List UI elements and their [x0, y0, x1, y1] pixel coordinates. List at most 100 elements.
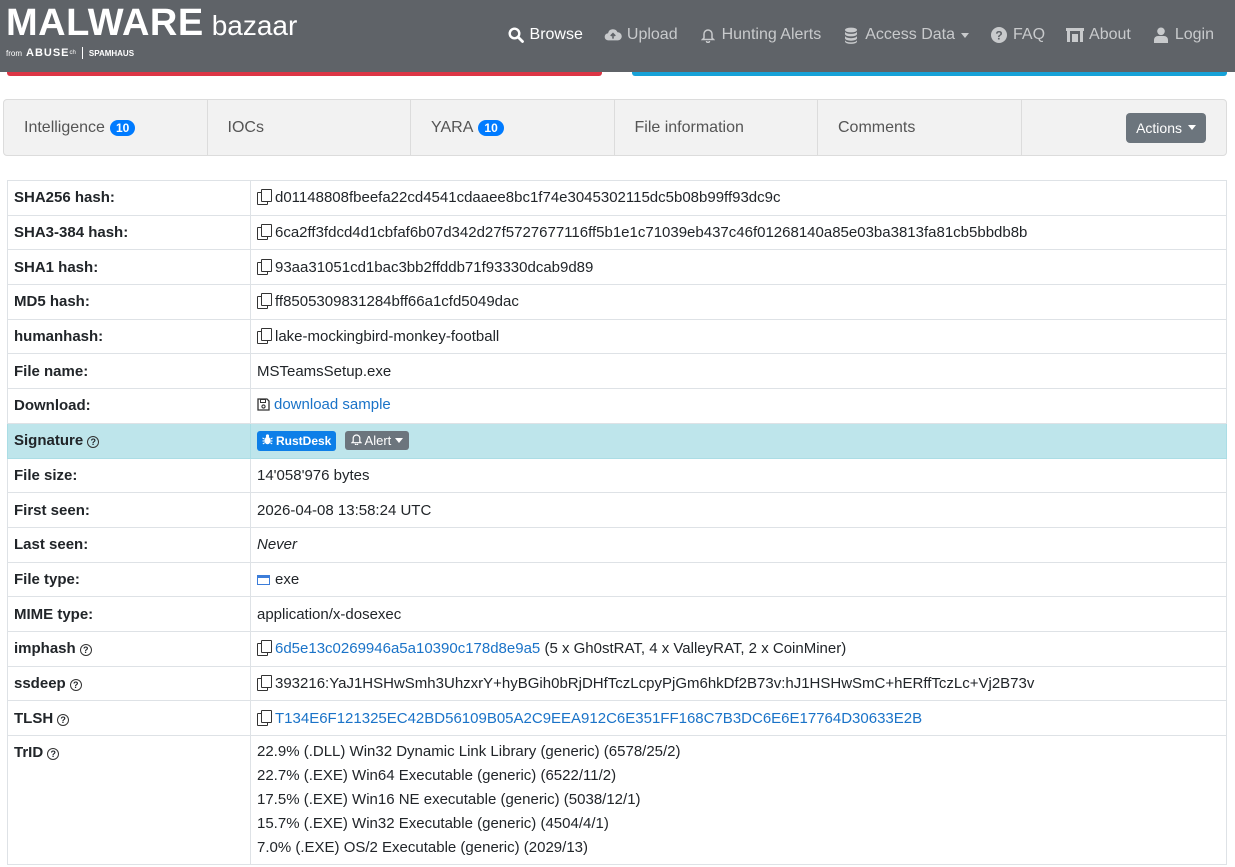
- copy-icon[interactable]: [257, 674, 272, 691]
- mime-value: application/x-dosexec: [250, 596, 1227, 632]
- tab-actions-area: Actions: [1022, 100, 1227, 155]
- floppy-disk-icon: [257, 398, 270, 415]
- actions-label: Actions: [1136, 119, 1182, 136]
- alert-strip-right: [632, 72, 1227, 76]
- help-icon[interactable]: ?: [87, 436, 100, 449]
- bell-icon: [350, 433, 362, 448]
- trid-label: TrID: [14, 744, 44, 761]
- nav-upload[interactable]: Upload: [604, 26, 678, 44]
- help-icon[interactable]: ?: [57, 713, 70, 726]
- abuse-ch-logo: ABUSE: [26, 47, 70, 59]
- tab-intelligence[interactable]: Intelligence 10: [4, 100, 208, 155]
- trid-value-cell: 22.9% (.DLL) Win32 Dynamic Link Library …: [250, 735, 1227, 865]
- help-icon[interactable]: ?: [69, 678, 82, 691]
- logo-divider: [81, 47, 83, 59]
- signature-label-cell: Signature?: [7, 422, 251, 459]
- copy-icon[interactable]: [257, 640, 272, 657]
- sha256-label: SHA256 hash:: [7, 180, 251, 216]
- trid-label-cell: TrID?: [7, 735, 251, 865]
- nav-about[interactable]: About: [1066, 26, 1131, 44]
- imphash-label: imphash: [14, 640, 76, 658]
- help-icon[interactable]: ?: [47, 748, 60, 760]
- copy-icon[interactable]: [257, 709, 272, 726]
- tab-file-information[interactable]: File information: [615, 100, 818, 155]
- imphash-label-cell: imphash?: [7, 630, 251, 667]
- ssdeep-value-cell: 393216:YaJ1HSHwSmh3UhzxrY+hyBGih0bRjDHfT…: [250, 665, 1227, 702]
- copy-icon[interactable]: [257, 293, 272, 310]
- copy-icon[interactable]: [257, 258, 272, 275]
- imphash-value-cell: 6d5e13c0269946a5a10390c178d8e9a5 (5 x Gh…: [250, 630, 1227, 667]
- tab-file-information-label: File information: [634, 118, 744, 136]
- lastseen-label: Last seen:: [7, 526, 251, 563]
- nav-menu: Browse Upload Hunting Alerts Access Data…: [507, 0, 1235, 70]
- tab-iocs[interactable]: IOCs: [208, 100, 411, 155]
- logo-from-text: from: [6, 48, 22, 58]
- table-row: TrID? 22.9% (.DLL) Win32 Dynamic Link Li…: [7, 735, 1227, 865]
- table-row: First seen: 2026-04-08 13:58:24 UTC: [7, 492, 1227, 528]
- nav-hunting-alerts[interactable]: Hunting Alerts: [699, 26, 822, 44]
- building-icon: [1066, 26, 1085, 44]
- nav-login-label: Login: [1174, 26, 1214, 43]
- help-icon[interactable]: ?: [79, 644, 92, 657]
- filetype-value-cell: exe: [250, 561, 1227, 598]
- filename-value: MSTeamsSetup.exe: [250, 353, 1227, 390]
- sha1-label: SHA1 hash:: [7, 249, 251, 286]
- abuse-ch-suffix: ch: [69, 50, 76, 56]
- mime-label: MIME type:: [7, 596, 251, 632]
- trid-entry: 7.0% (.EXE) OS/2 Executable (generic) (2…: [257, 839, 588, 856]
- chevron-down-icon: [961, 32, 970, 38]
- actions-dropdown-button[interactable]: Actions: [1126, 112, 1206, 143]
- nav-about-label: About: [1089, 26, 1131, 43]
- alert-strip-left: [7, 72, 602, 76]
- tab-intelligence-label: Intelligence: [24, 118, 105, 136]
- nav-faq-label: FAQ: [1013, 26, 1046, 43]
- humanhash-label: humanhash:: [7, 318, 251, 355]
- rustdesk-tag-label: RustDesk: [276, 433, 332, 448]
- trid-entry: 22.9% (.DLL) Win32 Dynamic Link Library …: [257, 743, 681, 760]
- copy-icon[interactable]: [257, 224, 272, 241]
- table-row: Download: download sample: [7, 388, 1227, 424]
- nav-browse[interactable]: Browse: [507, 26, 583, 44]
- copy-icon[interactable]: [257, 189, 272, 206]
- tab-comments-label: Comments: [838, 118, 916, 136]
- trid-entry: 22.7% (.EXE) Win64 Executable (generic) …: [257, 767, 617, 784]
- tab-iocs-label: IOCs: [227, 118, 264, 136]
- lastseen-value: Never: [250, 526, 1227, 563]
- sha3-value-cell: 6ca2ff3fdcd4d1cbfaf6b07d342d27f572767711…: [250, 214, 1227, 251]
- sample-tabs: Intelligence 10 IOCs YARA 10 File inform…: [3, 99, 1227, 156]
- nav-access-data[interactable]: Access Data: [842, 26, 970, 44]
- download-sample-link[interactable]: download sample: [274, 396, 391, 413]
- copy-icon[interactable]: [257, 328, 272, 345]
- nav-hunting-alerts-label: Hunting Alerts: [721, 26, 822, 43]
- humanhash-value: lake-mockingbird-monkey-football: [275, 328, 500, 346]
- table-row: imphash? 6d5e13c0269946a5a10390c178d8e9a…: [7, 630, 1227, 667]
- alert-dropdown-button[interactable]: Alert: [344, 430, 410, 450]
- md5-value-cell: ff8505309831284bff66a1cfd5049dac: [250, 284, 1227, 320]
- tlsh-link[interactable]: T134E6F121325EC42BD56109B05A2C9EEA912C6E…: [275, 710, 922, 727]
- logo-byline: from ABUSE ch SPAMHAUS: [6, 47, 297, 59]
- download-value-cell: download sample: [250, 388, 1227, 424]
- tab-comments[interactable]: Comments: [818, 100, 1022, 155]
- table-row: SHA256 hash: d01148808fbeefa22cd4541cdaa…: [7, 180, 1227, 216]
- spamhaus-logo: SPAMHAUS: [88, 48, 135, 58]
- ssdeep-label-cell: ssdeep?: [7, 665, 251, 702]
- malwarebazaar-logo[interactable]: MALWARE bazaar from ABUSE ch SPAMHAUS: [6, 3, 297, 59]
- nav-faq[interactable]: ? FAQ: [990, 26, 1045, 44]
- nav-browse-label: Browse: [529, 26, 583, 43]
- filetype-value: exe: [275, 570, 300, 588]
- imphash-link[interactable]: 6d5e13c0269946a5a10390c178d8e9a5: [275, 640, 540, 657]
- tlsh-label-cell: TLSH?: [7, 700, 251, 736]
- trid-entry: 17.5% (.EXE) Win16 NE executable (generi…: [257, 791, 641, 808]
- tab-yara[interactable]: YARA 10: [411, 100, 615, 155]
- download-label: Download:: [7, 388, 251, 424]
- intelligence-count-badge: 10: [109, 119, 136, 136]
- user-icon: [1152, 26, 1170, 44]
- rustdesk-signature-tag[interactable]: RustDesk: [257, 430, 337, 451]
- sha1-value: 93aa31051cd1bac3bb2ffddb71f93330dcab9d89: [275, 258, 594, 276]
- trid-entry: 15.7% (.EXE) Win32 Executable (generic) …: [257, 815, 609, 832]
- md5-label: MD5 hash:: [7, 284, 251, 320]
- sha3-label: SHA3-384 hash:: [7, 214, 251, 251]
- chevron-down-icon: [395, 437, 404, 443]
- filesize-label: File size:: [7, 457, 251, 494]
- nav-login[interactable]: Login: [1152, 26, 1214, 44]
